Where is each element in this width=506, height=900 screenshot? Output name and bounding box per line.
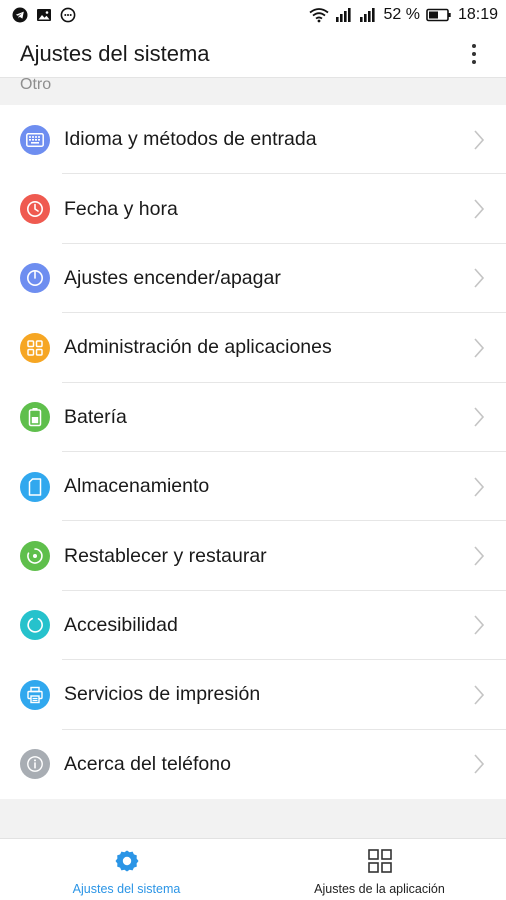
- settings-item-label: Ajustes encender/apagar: [64, 266, 281, 289]
- settings-item-label: Servicios de impresión: [64, 683, 261, 706]
- info-icon: [20, 749, 50, 780]
- settings-item-about-phone[interactable]: Acerca del teléfono: [0, 730, 506, 799]
- clock-icon: [20, 194, 50, 225]
- page-title: Ajustes del sistema: [20, 40, 210, 66]
- gear-icon: [113, 847, 141, 875]
- status-left-icons: [12, 7, 76, 23]
- chevron-right-icon: [474, 754, 485, 774]
- more-vertical-icon: [472, 43, 476, 48]
- settings-item-label: Administración de aplicaciones: [64, 336, 332, 359]
- tab-system-settings[interactable]: Ajustes del sistema: [0, 839, 253, 900]
- tab-app-settings[interactable]: Ajustes de la aplicación: [253, 839, 506, 900]
- nav-label: Ajustes del sistema: [72, 882, 181, 896]
- restore-icon: [20, 541, 50, 572]
- nav-label: Ajustes de la aplicación: [314, 882, 445, 896]
- chevron-right-icon: [474, 338, 485, 358]
- app-header: Ajustes del sistema: [0, 30, 506, 78]
- sd-card-icon: [20, 471, 50, 502]
- settings-item-power[interactable]: Ajustes encender/apagar: [0, 244, 506, 314]
- printer-icon: [20, 679, 50, 710]
- keyboard-icon: [20, 124, 50, 155]
- battery-percent: 52 %: [383, 6, 420, 23]
- chevron-right-icon: [474, 615, 485, 635]
- apps-grid-icon: [20, 332, 50, 363]
- settings-item-label: Fecha y hora: [64, 197, 178, 220]
- chevron-right-icon: [474, 199, 485, 219]
- chevron-right-icon: [474, 546, 485, 566]
- settings-item-accessibility[interactable]: Accesibilidad: [0, 591, 506, 661]
- status-bar: 52 % 18:19: [0, 0, 506, 30]
- chevron-right-icon: [474, 685, 485, 705]
- settings-item-label: Acerca del teléfono: [64, 752, 231, 775]
- settings-item-reset-restore[interactable]: Restablecer y restaurar: [0, 521, 506, 591]
- settings-item-printing[interactable]: Servicios de impresión: [0, 660, 506, 730]
- signal-icon: [335, 7, 353, 23]
- settings-item-label: Almacenamiento: [64, 475, 210, 498]
- section-header: Otro: [20, 78, 52, 93]
- settings-item-label: Idioma y métodos de entrada: [64, 128, 317, 151]
- settings-list: Idioma y métodos de entrada Fecha y hora…: [0, 105, 506, 799]
- clock-time: 18:19: [457, 6, 498, 23]
- settings-item-battery[interactable]: Batería: [0, 383, 506, 452]
- bottom-navigation: Ajustes del sistema Ajustes de la aplica…: [0, 838, 506, 900]
- battery-icon: [20, 402, 50, 433]
- more-options-button[interactable]: [462, 38, 486, 70]
- grid-icon: [366, 847, 394, 875]
- chevron-right-icon: [474, 477, 485, 497]
- status-right-icons: 52 % 18:19: [309, 6, 498, 24]
- settings-item-label: Restablecer y restaurar: [64, 544, 267, 567]
- telegram-icon: [12, 7, 28, 23]
- settings-item-storage[interactable]: Almacenamiento: [0, 452, 506, 522]
- chat-bubble-icon: [60, 7, 76, 23]
- settings-item-date-time[interactable]: Fecha y hora: [0, 174, 506, 244]
- chevron-right-icon: [474, 130, 485, 150]
- wifi-icon: [309, 7, 330, 23]
- settings-item-label: Batería: [64, 405, 127, 428]
- chevron-right-icon: [474, 268, 485, 289]
- battery-icon: [426, 7, 452, 23]
- settings-item-label: Accesibilidad: [64, 613, 178, 636]
- signal-icon: [359, 7, 377, 23]
- power-icon: [20, 263, 50, 294]
- chevron-right-icon: [474, 407, 485, 427]
- settings-item-app-management[interactable]: Administración de aplicaciones: [0, 313, 506, 383]
- accessibility-icon: [20, 610, 50, 641]
- settings-item-language[interactable]: Idioma y métodos de entrada: [0, 105, 506, 175]
- image-icon: [36, 7, 52, 23]
